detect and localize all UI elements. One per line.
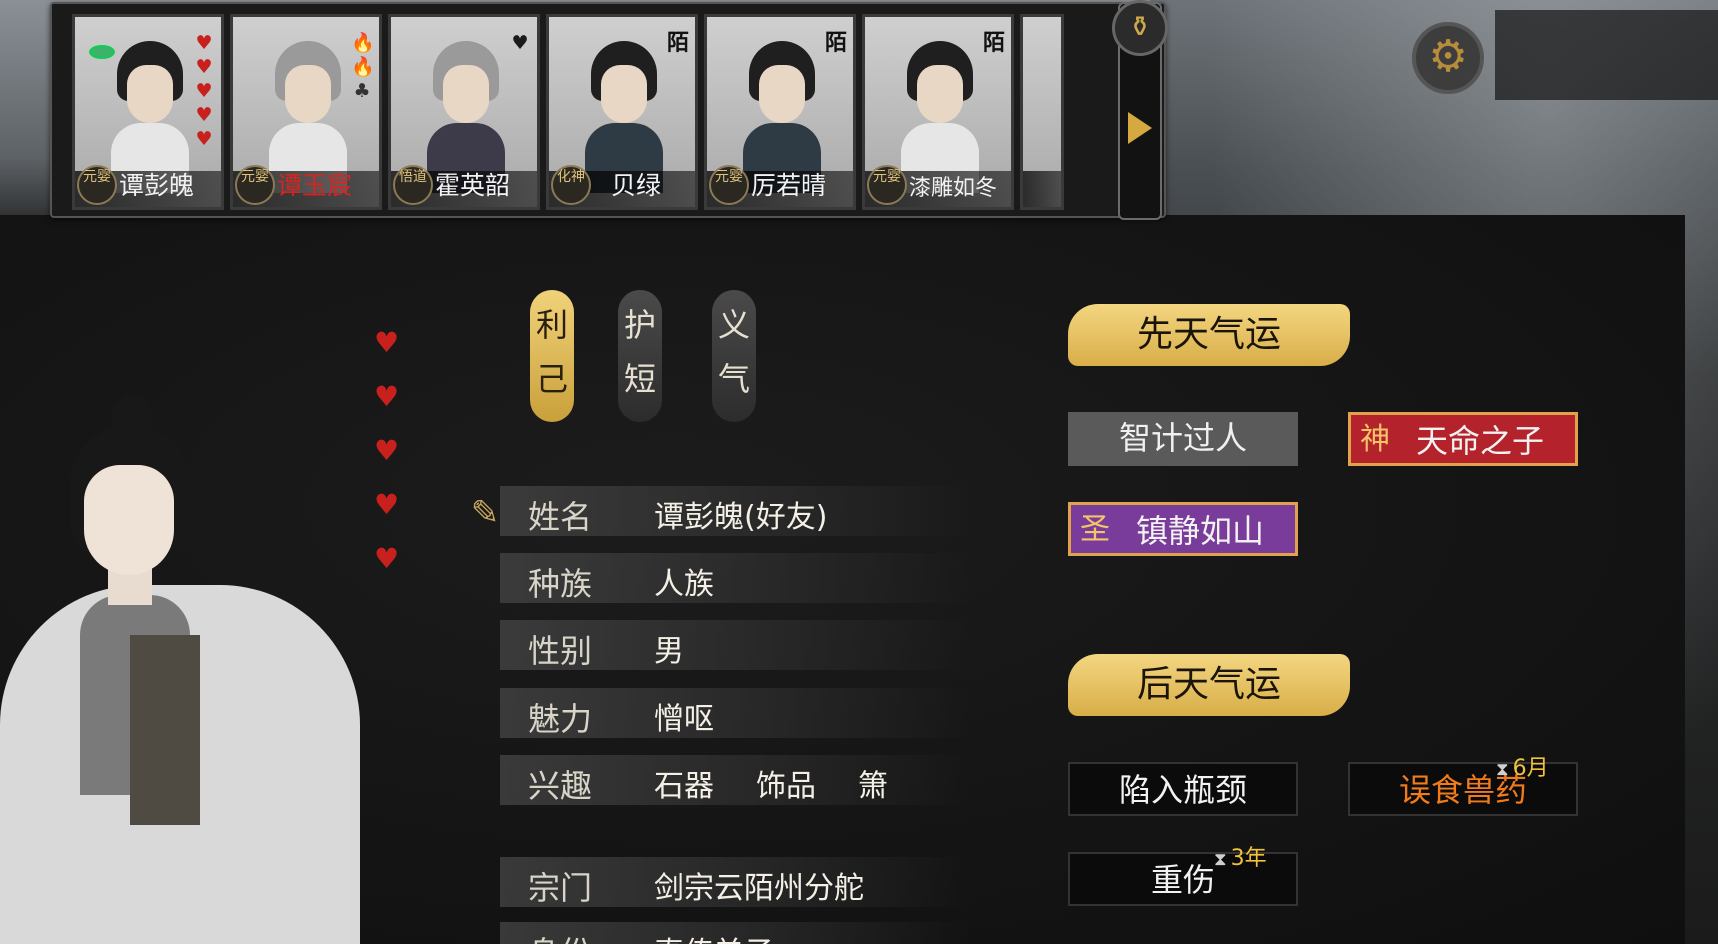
acquired-fortune-header: 后天气运 <box>1068 654 1350 716</box>
character-name: 谭彭魄 <box>119 171 195 200</box>
character-name: 厉若晴 <box>751 171 827 200</box>
arrow-right-icon[interactable] <box>1128 112 1152 144</box>
character-full-portrait <box>0 395 360 944</box>
trait-tab-protective[interactable]: 护 短 <box>618 290 662 422</box>
heart-icon: ♥ <box>195 128 213 150</box>
info-row-name: 姓名 谭彭魄(好友) <box>500 486 970 536</box>
saint-seal-icon: 圣 <box>1080 512 1110 547</box>
heart-icon: ♥ <box>511 32 529 54</box>
affection-hearts: ♥ <box>509 31 531 55</box>
character-name: 霍英韶 <box>435 171 511 200</box>
character-bar: ♥ ♥ ♥ ♥ ♥ 元婴 谭彭魄 🔥 🔥 ♣ 元婴 谭玉宸 ♥ 悟道 霍英韶 陌 化神 <box>50 2 1166 218</box>
heart-icon: ♥ <box>374 434 400 467</box>
info-row-sect: 宗门 剑宗云陌州分舵 <box>500 857 970 907</box>
character-card-2[interactable]: ♥ 悟道 霍英韶 <box>388 14 540 210</box>
stranger-tag: 陌 <box>982 31 1005 56</box>
divine-seal-icon: 神 <box>1360 422 1390 457</box>
sect-label: 宗门 <box>528 869 593 907</box>
flame-icon: ♣ <box>353 80 371 102</box>
name-label: 姓名 <box>528 498 593 536</box>
character-card-5[interactable]: 陌 元婴 漆雕如冬 <box>862 14 1014 210</box>
info-row-charm: 魅力 憎呕 <box>500 688 970 738</box>
gear-icon[interactable]: ⚙ <box>1412 22 1484 94</box>
info-row-hobby: 兴趣 石器 饰品 箫 <box>500 755 970 805</box>
hobby-values: 石器 饰品 箫 <box>654 761 930 805</box>
identity-label: 身份 <box>528 928 592 944</box>
fortune-calm-as-mountain[interactable]: 圣 镇静如山 <box>1068 502 1298 556</box>
sect-value: 剑宗云陌州分舵 <box>654 871 864 906</box>
stranger-tag: 陌 <box>666 31 689 56</box>
hobby-label: 兴趣 <box>528 767 593 805</box>
character-portrait <box>427 31 505 193</box>
trait-tab-selfish[interactable]: 利 己 <box>530 290 574 422</box>
character-portrait <box>269 31 347 193</box>
realm-badge: 悟道 <box>393 165 433 205</box>
character-portrait <box>111 31 189 193</box>
race-value: 人族 <box>654 567 714 602</box>
heart-icon: ♥ <box>374 326 400 359</box>
fortune-timer: ⧗ 3年 <box>1214 846 1267 871</box>
charm-value: 憎呕 <box>654 702 714 737</box>
character-name: 谭玉宸 <box>277 171 353 200</box>
fortune-wise[interactable]: 智计过人 <box>1068 412 1298 466</box>
info-row-race: 种族 人族 <box>500 553 970 603</box>
character-card-1[interactable]: 🔥 🔥 ♣ 元婴 谭玉宸 <box>230 14 382 210</box>
name-value: 谭彭魄(好友) <box>654 500 828 535</box>
fortune-child-of-destiny[interactable]: 神 天命之子 <box>1348 412 1578 466</box>
character-portrait <box>901 31 979 193</box>
gender-label: 性别 <box>528 632 593 670</box>
heart-icon: ♥ <box>195 32 213 54</box>
realm-badge: 元婴 <box>77 165 117 205</box>
fire-marks: 🔥 🔥 ♣ <box>351 31 375 103</box>
character-card-4[interactable]: 陌 元婴 厉若晴 <box>704 14 856 210</box>
hobby-item: 石器 <box>654 769 714 804</box>
heart-icon: ♥ <box>374 542 400 575</box>
eye-icon <box>89 45 115 59</box>
character-card-partial[interactable] <box>1020 14 1064 210</box>
gender-value: 男 <box>654 634 684 669</box>
hobby-item: 箫 <box>858 769 888 804</box>
heart-icon: ♥ <box>195 56 213 78</box>
innate-fortune-header: 先天气运 <box>1068 304 1350 366</box>
flame-icon: 🔥 <box>351 56 375 78</box>
character-card-3[interactable]: 陌 化神 贝绿 <box>546 14 698 210</box>
realm-badge: 元婴 <box>867 165 907 205</box>
character-portrait <box>743 31 821 193</box>
trait-tab-righteous[interactable]: 义 气 <box>712 290 756 422</box>
stranger-tag: 陌 <box>824 31 847 56</box>
character-portrait <box>585 31 663 193</box>
gourd-icon[interactable]: ⚱ <box>1112 0 1168 56</box>
info-row-gender: 性别 男 <box>500 620 970 670</box>
race-label: 种族 <box>528 565 593 603</box>
heart-icon: ♥ <box>195 104 213 126</box>
top-right-panel <box>1495 10 1718 100</box>
affection-hearts: ♥ ♥ ♥ ♥ ♥ <box>193 31 215 151</box>
info-row-identity: 身份 真传弟子 <box>500 922 970 944</box>
realm-badge: 元婴 <box>709 165 749 205</box>
heart-icon: ♥ <box>195 80 213 102</box>
hourglass-icon: ⧗ <box>1496 759 1509 780</box>
charm-label: 魅力 <box>528 700 593 738</box>
heart-icon: ♥ <box>374 380 400 413</box>
character-name: 贝绿 <box>611 171 662 200</box>
identity-value: 真传弟子 <box>654 928 774 944</box>
character-card-0[interactable]: ♥ ♥ ♥ ♥ ♥ 元婴 谭彭魄 <box>72 14 224 210</box>
hobby-item: 饰品 <box>756 769 816 804</box>
fortune-timer: ⧗ 6月 <box>1496 756 1549 781</box>
fortune-bottleneck[interactable]: 陷入瓶颈 <box>1068 762 1298 816</box>
realm-badge: 元婴 <box>235 165 275 205</box>
character-name: 漆雕如冬 <box>909 176 998 201</box>
affection-hearts-column: ♥ ♥ ♥ ♥ ♥ <box>374 316 399 586</box>
heart-icon: ♥ <box>374 488 400 521</box>
realm-badge: 化神 <box>551 165 591 205</box>
flame-icon: 🔥 <box>351 32 375 54</box>
hourglass-icon: ⧗ <box>1214 849 1227 870</box>
